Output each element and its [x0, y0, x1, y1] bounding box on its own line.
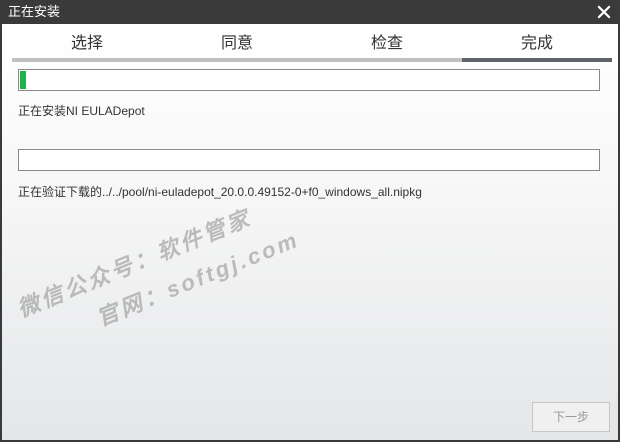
watermark: 微信公众号：软件管家 官网：softgj.com [12, 182, 316, 359]
install-progress-bar [18, 69, 600, 91]
step-label: 完成 [520, 35, 553, 52]
watermark-line2: 官网：softgj.com [93, 226, 303, 331]
content-area: 选择 同意 检查 完成 正在安装NI EULADepot 正在验证下载的../.… [2, 24, 618, 440]
step-label: 检查 [370, 35, 403, 52]
window-title: 正在安装 [8, 4, 61, 19]
install-progress-fill [20, 71, 26, 89]
close-button[interactable] [594, 2, 614, 22]
step-select: 选择 [12, 30, 162, 62]
next-button[interactable]: 下一步 [532, 402, 610, 432]
step-label: 选择 [70, 35, 103, 52]
step-label: 同意 [220, 35, 253, 52]
step-agree: 同意 [162, 30, 312, 62]
install-status-text: 正在安装NI EULADepot [18, 104, 145, 118]
installer-window: 正在安装 选择 同意 检查 完成 正在安装NI EULADepot 正在验证下载… [0, 0, 620, 442]
verify-progress-bar [18, 149, 600, 171]
watermark-line1: 微信公众号：软件管家 [13, 204, 256, 322]
close-icon [597, 5, 611, 19]
verify-status-text: 正在验证下载的../../pool/ni-euladepot_20.0.0.49… [18, 185, 422, 199]
step-check: 检查 [312, 30, 462, 62]
step-tabs: 选择 同意 检查 完成 [12, 30, 612, 62]
title-bar: 正在安装 [0, 0, 620, 24]
step-finish: 完成 [462, 30, 612, 62]
